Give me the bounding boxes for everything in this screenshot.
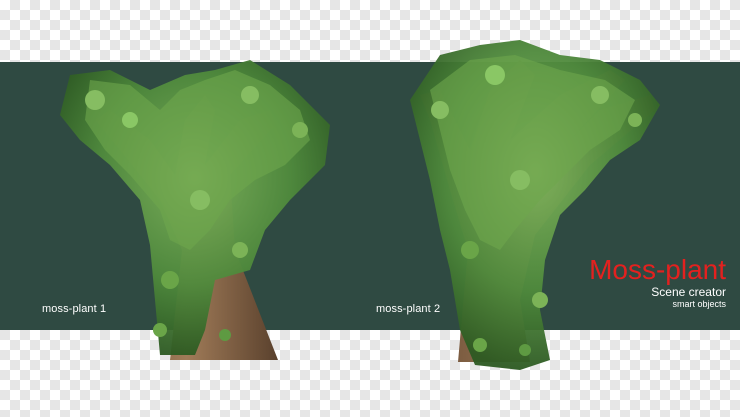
plant-1-label: moss-plant 1 [42,303,107,315]
moss-plants-illustration [60,40,660,370]
moss-plant-1-figure [60,60,330,360]
moss-plant-2-figure [410,40,660,370]
subtitle: Scene creator [651,285,726,299]
plant-2-label: moss-plant 2 [376,303,441,315]
title-block: Moss-plant Scene creator smart objects [589,255,726,310]
title: Moss-plant [589,254,726,285]
tagline: smart objects [672,299,726,309]
